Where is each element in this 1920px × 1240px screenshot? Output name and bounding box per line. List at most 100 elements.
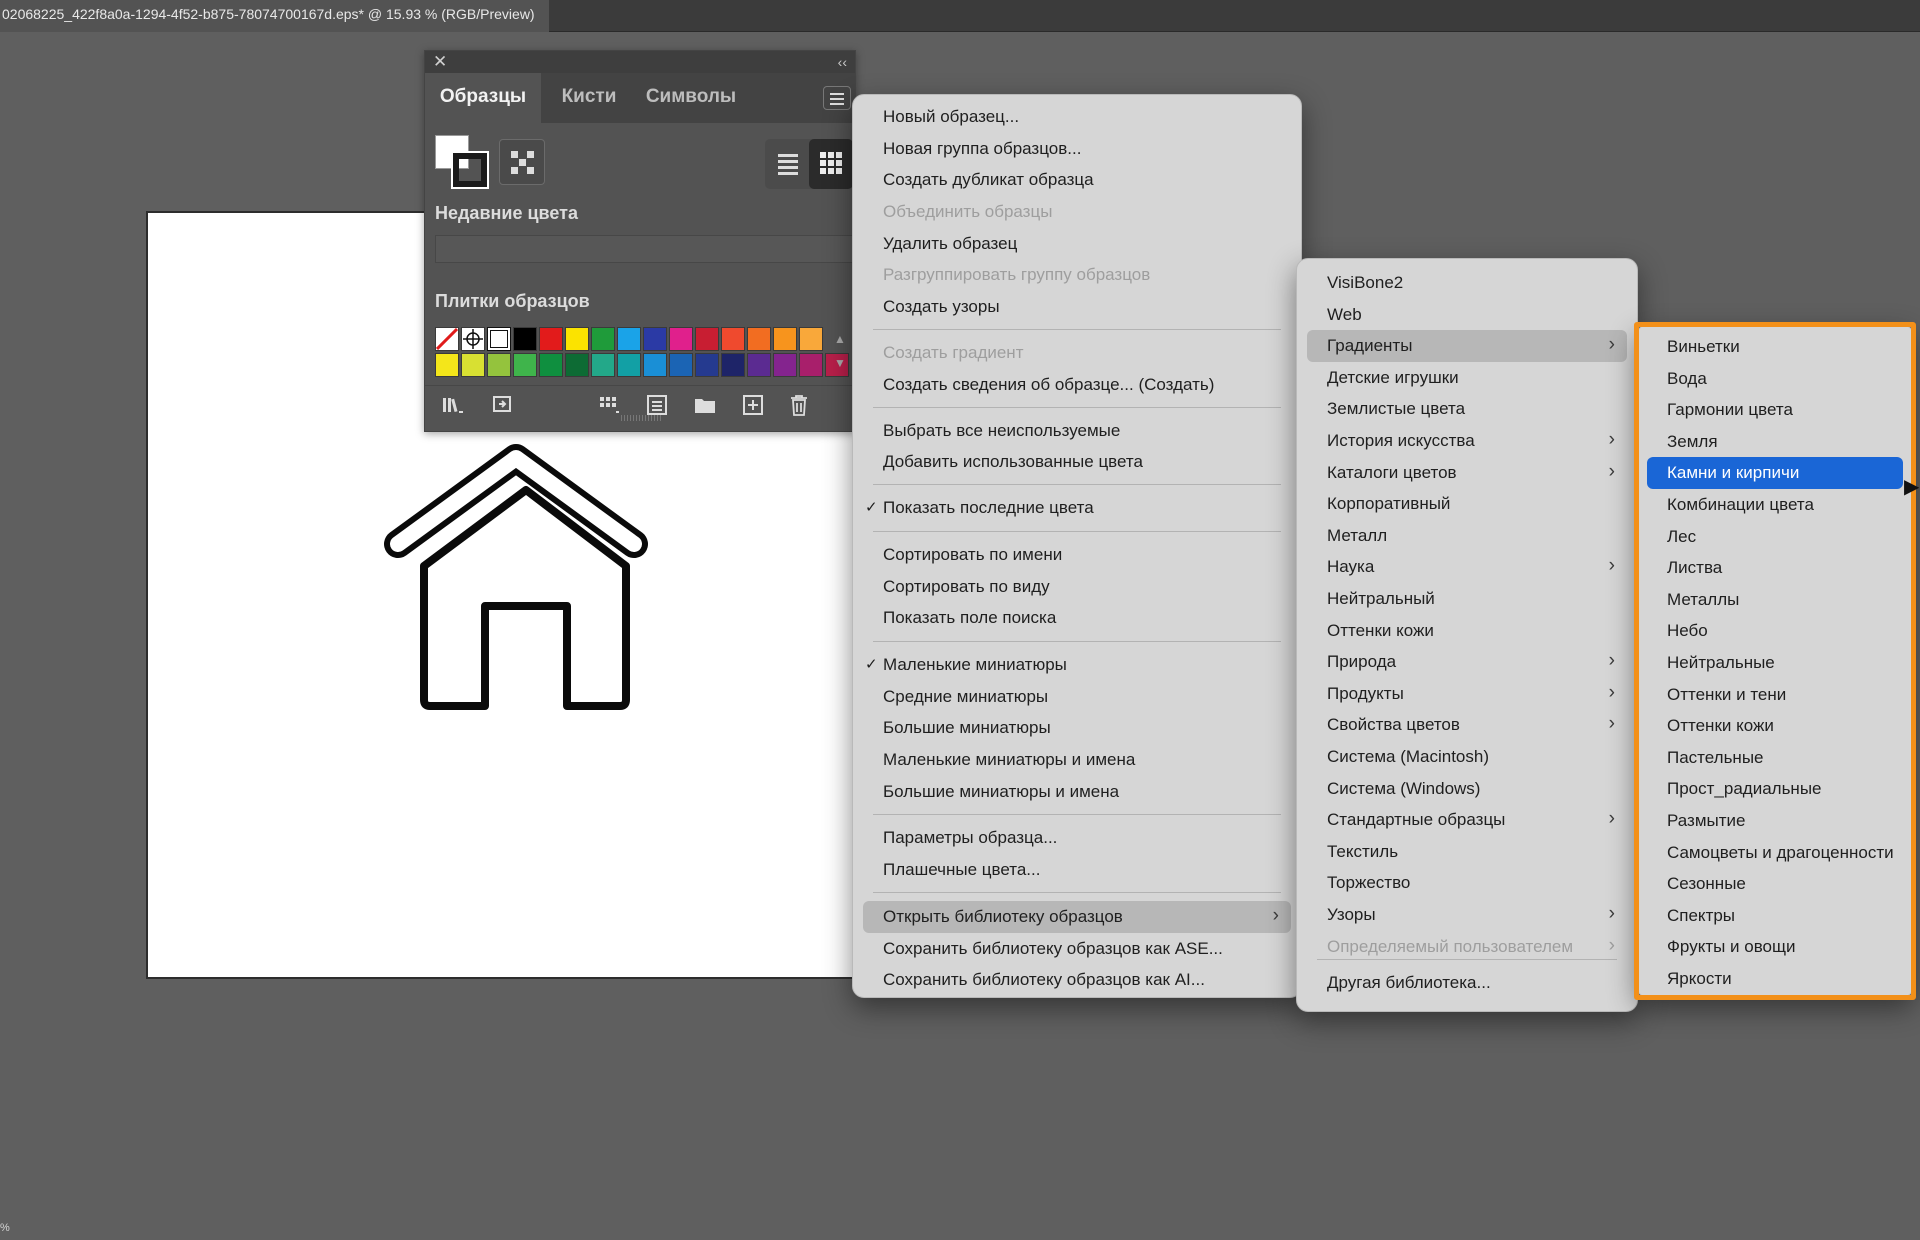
color-swatch[interactable] (617, 327, 641, 351)
library-item-18[interactable]: Текстиль (1307, 836, 1627, 868)
color-swatch[interactable] (617, 353, 641, 377)
library-item-7[interactable]: Корпоративный (1307, 488, 1627, 520)
flyout-item-8[interactable]: Создать сведения об образце... (Создать) (863, 369, 1291, 401)
color-swatch[interactable] (591, 353, 615, 377)
color-swatch[interactable] (539, 327, 563, 351)
flyout-item-1[interactable]: Новая группа образцов... (863, 133, 1291, 165)
flyout-item-17[interactable]: Большие миниатюры (863, 712, 1291, 744)
swatch-scrollbar[interactable]: ▲ ▼ (827, 327, 853, 379)
panel-menu-button[interactable] (823, 86, 851, 110)
flyout-item-16[interactable]: Средние миниатюры (863, 681, 1291, 713)
flyout-item-24[interactable]: Сохранить библиотеку образцов как AI... (863, 964, 1291, 996)
color-swatch[interactable] (747, 353, 771, 377)
collapse-icon[interactable]: ‹‹ (838, 52, 847, 72)
color-swatch[interactable] (721, 353, 745, 377)
panel-resize-grip[interactable] (621, 415, 661, 421)
library-item-6[interactable]: Каталоги цветов › (1307, 457, 1627, 489)
flyout-item-11[interactable]: ✓ Показать последние цвета (863, 492, 1291, 524)
library-item-13[interactable]: Продукты › (1307, 678, 1627, 710)
flyout-item-14[interactable]: Показать поле поиска (863, 602, 1291, 634)
color-swatch[interactable] (773, 353, 797, 377)
flyout-item-2[interactable]: Создать дубликат образца (863, 164, 1291, 196)
chevron-right-icon: › (1608, 555, 1615, 577)
color-swatch[interactable] (799, 353, 823, 377)
delete-icon[interactable] (787, 394, 811, 416)
library-item-10[interactable]: Нейтральный (1307, 583, 1627, 615)
new-swatch-icon[interactable] (741, 394, 765, 416)
color-swatch[interactable] (773, 327, 797, 351)
flyout-item-0[interactable]: Новый образец... (863, 101, 1291, 133)
library-item-12[interactable]: Природа › (1307, 646, 1627, 678)
library-item-4[interactable]: Землистые цвета (1307, 393, 1627, 425)
library-item-17[interactable]: Стандартные образцы › (1307, 804, 1627, 836)
close-icon[interactable]: ✕ (433, 52, 447, 72)
library-item-5[interactable]: История искусства › (1307, 425, 1627, 457)
color-swatch[interactable] (539, 353, 563, 377)
color-swatch[interactable] (799, 327, 823, 351)
library-item-label: Система (Macintosh) (1327, 747, 1489, 766)
list-view-icon[interactable] (765, 139, 809, 189)
flyout-item-21[interactable]: Плашечные цвета... (863, 854, 1291, 886)
color-swatch[interactable] (695, 327, 719, 351)
kind-menu-icon[interactable] (597, 394, 621, 416)
tab-symbols[interactable]: Символы (635, 73, 747, 123)
color-swatch[interactable] (643, 353, 667, 377)
none-swatch[interactable] (435, 327, 459, 351)
document-tab[interactable]: 02068225_422f8a0a-1294-4f52-b875-7807470… (0, 0, 549, 32)
color-swatch[interactable] (747, 327, 771, 351)
registration-swatch[interactable] (461, 327, 485, 351)
flyout-item-6[interactable]: Создать узоры (863, 291, 1291, 323)
flyout-item-13[interactable]: Сортировать по виду (863, 571, 1291, 603)
flyout-item-19[interactable]: Большие миниатюры и имена (863, 776, 1291, 808)
library-item-9[interactable]: Наука › (1307, 551, 1627, 583)
color-swatch[interactable] (435, 353, 459, 377)
tab-brushes[interactable]: Кисти (545, 73, 633, 123)
library-item-1[interactable]: Web (1307, 299, 1627, 331)
grid-view-icon[interactable] (809, 139, 853, 189)
flyout-item-label: Создать градиент (883, 343, 1024, 362)
flyout-item-22[interactable]: Открыть библиотеку образцов › (863, 901, 1291, 933)
swatch-options-icon[interactable] (645, 394, 669, 416)
new-group-icon[interactable] (693, 394, 717, 416)
library-item-22[interactable]: Другая библиотека... (1307, 967, 1627, 999)
libraries-menu-icon[interactable] (441, 394, 465, 416)
library-item-2[interactable]: Градиенты › (1307, 330, 1627, 363)
library-item-15[interactable]: Система (Macintosh) (1307, 741, 1627, 773)
library-item-3[interactable]: Детские игрушки (1307, 362, 1627, 394)
library-item-16[interactable]: Система (Windows) (1307, 773, 1627, 805)
fill-stroke-indicator[interactable] (435, 135, 489, 189)
color-swatch[interactable] (565, 353, 589, 377)
library-item-label: Текстиль (1327, 841, 1399, 861)
color-swatch[interactable] (669, 353, 693, 377)
library-item-8[interactable]: Металл (1307, 520, 1627, 552)
flyout-item-23[interactable]: Сохранить библиотеку образцов как ASE... (863, 933, 1291, 965)
show-swatch-kinds-icon[interactable] (499, 139, 545, 185)
library-item-19[interactable]: Торжество (1307, 867, 1627, 899)
stroke-swatch[interactable] (451, 151, 489, 189)
library-item-14[interactable]: Свойства цветов › (1307, 709, 1627, 741)
color-swatch[interactable] (721, 327, 745, 351)
flyout-item-10[interactable]: Добавить использованные цвета (863, 446, 1291, 478)
color-swatch[interactable] (513, 353, 537, 377)
flyout-item-15[interactable]: ✓ Маленькие миниатюры (863, 649, 1291, 681)
flyout-item-7: Создать градиент (863, 337, 1291, 369)
flyout-item-20[interactable]: Параметры образца... (863, 822, 1291, 854)
tab-swatches[interactable]: Образцы (425, 73, 541, 123)
color-swatch[interactable] (695, 353, 719, 377)
color-swatch[interactable] (487, 353, 511, 377)
flyout-item-4[interactable]: Удалить образец (863, 228, 1291, 260)
library-item-0[interactable]: VisiBone2 (1307, 267, 1627, 299)
white-swatch[interactable] (487, 327, 511, 351)
flyout-item-18[interactable]: Маленькие миниатюры и имена (863, 744, 1291, 776)
color-swatch[interactable] (513, 327, 537, 351)
color-swatch[interactable] (461, 353, 485, 377)
library-item-11[interactable]: Оттенки кожи (1307, 615, 1627, 647)
color-swatch[interactable] (669, 327, 693, 351)
color-swatch[interactable] (643, 327, 667, 351)
color-swatch[interactable] (565, 327, 589, 351)
flyout-item-12[interactable]: Сортировать по имени (863, 539, 1291, 571)
flyout-item-9[interactable]: Выбрать все неиспользуемые (863, 415, 1291, 447)
library-item-20[interactable]: Узоры › (1307, 899, 1627, 931)
color-swatch[interactable] (591, 327, 615, 351)
place-swatch-icon[interactable] (491, 394, 515, 416)
